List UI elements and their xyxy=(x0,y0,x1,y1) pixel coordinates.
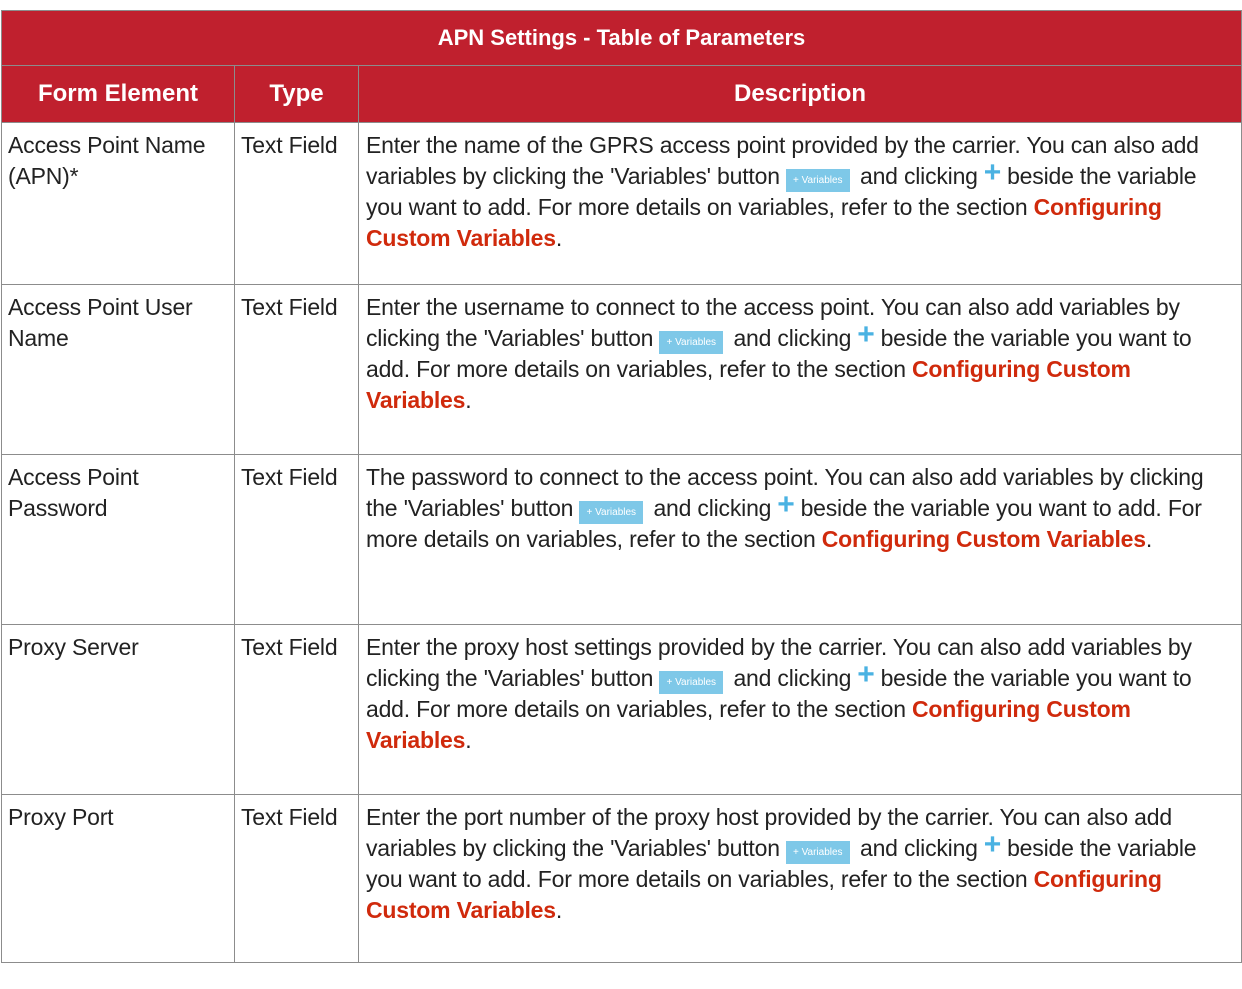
type-cell: Text Field xyxy=(234,624,359,795)
plus-icon[interactable]: + xyxy=(857,660,875,690)
table-row: Access Point Name (APN)* Text Field Ente… xyxy=(1,122,1242,285)
type-cell: Text Field xyxy=(234,454,359,625)
description-cell: Enter the proxy host settings provided b… xyxy=(358,624,1242,795)
apn-parameters-table: APN Settings - Table of Parameters Form … xyxy=(1,10,1242,963)
table-header-row: Form Element Type Description xyxy=(1,65,1242,123)
header-description: Description xyxy=(358,65,1242,123)
description-text: and clicking xyxy=(859,835,978,861)
period-text: . xyxy=(555,225,563,251)
period-text: . xyxy=(555,897,563,923)
period-text: . xyxy=(465,387,472,413)
description-cell: Enter the name of the GPRS access point … xyxy=(358,122,1242,285)
plus-icon[interactable]: + xyxy=(777,490,795,520)
form-element-cell: Access Point User Name xyxy=(1,284,235,455)
description-cell: Enter the username to connect to the acc… xyxy=(358,284,1242,455)
plus-icon[interactable]: + xyxy=(984,830,1002,860)
variables-button[interactable]: + Variables xyxy=(659,331,724,354)
table-row: Access Point User Name Text Field Enter … xyxy=(1,284,1242,455)
type-cell: Text Field xyxy=(234,122,359,285)
type-cell: Text Field xyxy=(234,284,359,455)
header-form-element: Form Element xyxy=(1,65,235,123)
description-cell: The password to connect to the access po… xyxy=(358,454,1242,625)
table-row: Proxy Server Text Field Enter the proxy … xyxy=(1,624,1242,795)
variables-button[interactable]: + Variables xyxy=(785,169,850,192)
form-element-cell: Access Point Password xyxy=(1,454,235,625)
header-type: Type xyxy=(234,65,359,123)
configuring-custom-variables-link[interactable]: Configuring Custom Variables xyxy=(822,526,1146,552)
variables-button[interactable]: + Variables xyxy=(785,841,850,864)
table-row: Access Point Password Text Field The pas… xyxy=(1,454,1242,625)
form-element-cell: Proxy Port xyxy=(1,794,235,963)
description-text: and clicking xyxy=(859,163,978,189)
description-text: and clicking xyxy=(733,325,852,351)
table-row: Proxy Port Text Field Enter the port num… xyxy=(1,794,1242,963)
plus-icon[interactable]: + xyxy=(857,320,875,350)
table-title: APN Settings - Table of Parameters xyxy=(1,10,1242,66)
variables-button[interactable]: + Variables xyxy=(579,501,644,524)
description-text: and clicking xyxy=(653,495,772,521)
form-element-cell: Proxy Server xyxy=(1,624,235,795)
type-cell: Text Field xyxy=(234,794,359,963)
plus-icon[interactable]: + xyxy=(984,158,1002,188)
table-title-row: APN Settings - Table of Parameters xyxy=(1,10,1242,66)
form-element-cell: Access Point Name (APN)* xyxy=(1,122,235,285)
description-text: and clicking xyxy=(733,665,852,691)
period-text: . xyxy=(465,727,472,753)
period-text: . xyxy=(1145,526,1153,552)
variables-button[interactable]: + Variables xyxy=(659,671,724,694)
description-cell: Enter the port number of the proxy host … xyxy=(358,794,1242,963)
